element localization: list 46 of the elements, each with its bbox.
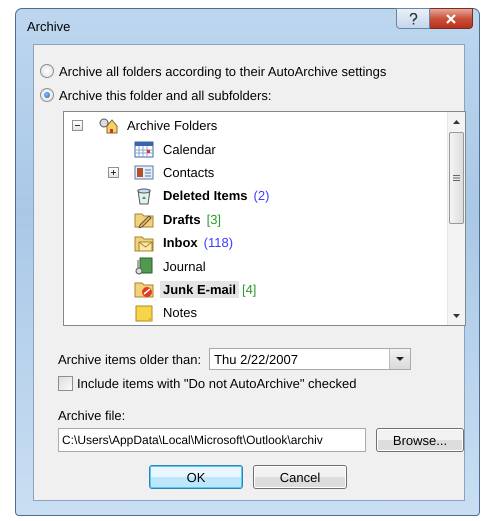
dialog-button[interactable]: Cancel: [253, 465, 347, 489]
item-count: [3]: [206, 212, 222, 227]
scroll-down-arrow-icon[interactable]: [453, 314, 460, 318]
field-label: Archive file:: [58, 408, 126, 423]
plus-icon: [109, 168, 118, 177]
folders-icon: [98, 116, 118, 135]
checkbox[interactable]: [58, 376, 73, 391]
folder-item[interactable]: Contacts: [160, 164, 218, 181]
junk-folder-icon: [134, 280, 154, 298]
collapse-toggle[interactable]: [72, 120, 83, 132]
folder-item[interactable]: Deleted Items: [160, 187, 251, 204]
scrollbar[interactable]: [447, 112, 465, 325]
folder-item[interactable]: Junk E-mail: [160, 280, 239, 298]
help-button[interactable]: [396, 8, 430, 29]
radio-button[interactable]: [40, 88, 54, 102]
checkbox-label: Include items with "Do not AutoArchive" checked: [77, 376, 356, 391]
radio-button[interactable]: [40, 64, 54, 78]
folder-item[interactable]: Archive Folders: [124, 117, 220, 134]
help-icon: [408, 12, 418, 24]
dropdown-arrow-icon: [396, 357, 404, 361]
radio-label: Archive all folders according to their AutoArchive settings: [59, 64, 386, 78]
calendar-icon: [134, 140, 154, 158]
contact-card-icon: [134, 163, 154, 182]
folder-item[interactable]: Drafts: [160, 210, 204, 228]
field-label: Archive items older than:: [58, 352, 202, 366]
expand-toggle[interactable]: [108, 166, 119, 178]
item-count: (118): [204, 235, 234, 250]
folder-item[interactable]: Inbox: [160, 234, 201, 252]
folder-item[interactable]: Calendar: [160, 140, 219, 158]
close-button[interactable]: [430, 8, 473, 29]
envelope-folder-icon: [134, 234, 154, 252]
date-dropdown[interactable]: Thu 2/22/2007: [209, 348, 412, 370]
folder-item[interactable]: Notes: [160, 304, 200, 322]
folder-item[interactable]: Journal: [160, 258, 209, 275]
item-count: (2): [254, 188, 270, 204]
close-icon: [445, 14, 457, 24]
radio-label: Archive this folder and all subfolders:: [59, 88, 272, 102]
journal-book-icon: [134, 257, 154, 276]
window-title: Archive: [27, 19, 70, 34]
grip-icon: [453, 175, 460, 181]
file-path-field[interactable]: C:\Users\AppData\Local\Microsoft\Outlook\archiv: [58, 428, 366, 452]
browse-button[interactable]: Browse...: [376, 428, 464, 452]
dialog-button[interactable]: OK: [149, 465, 243, 489]
note-icon: [134, 304, 154, 322]
scroll-up-arrow-icon[interactable]: [453, 120, 460, 124]
item-count: [4]: [242, 282, 256, 297]
